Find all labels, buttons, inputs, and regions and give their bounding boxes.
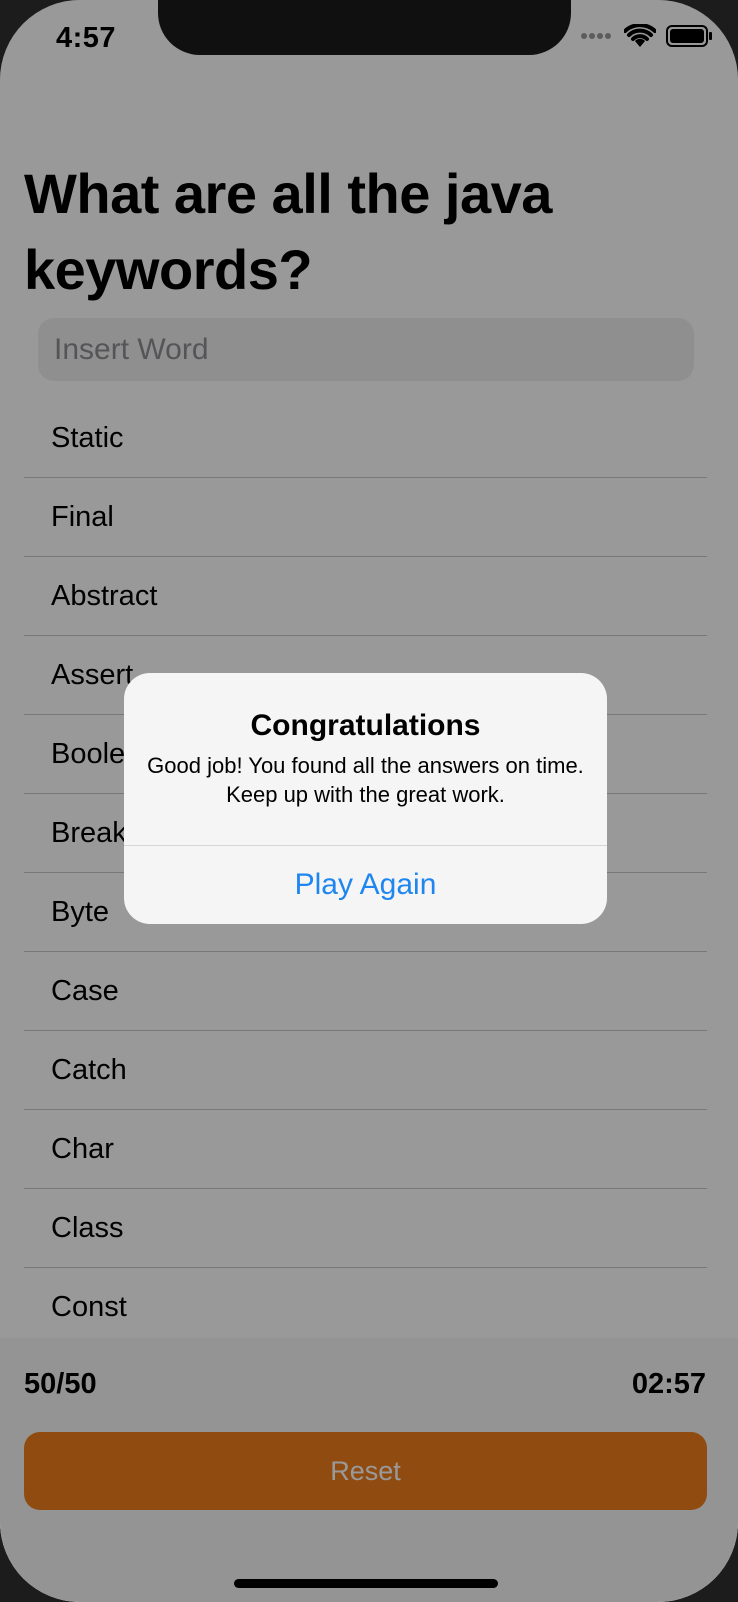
device-screen: 4:57 What are all the java keywords? Sta… — [0, 0, 738, 1602]
congratulations-alert: Congratulations Good job! You found all … — [124, 673, 607, 924]
alert-title: Congratulations — [250, 709, 481, 742]
alert-message: Good job! You found all the answers on t… — [147, 753, 584, 807]
play-again-button[interactable]: Play Again — [124, 846, 607, 924]
